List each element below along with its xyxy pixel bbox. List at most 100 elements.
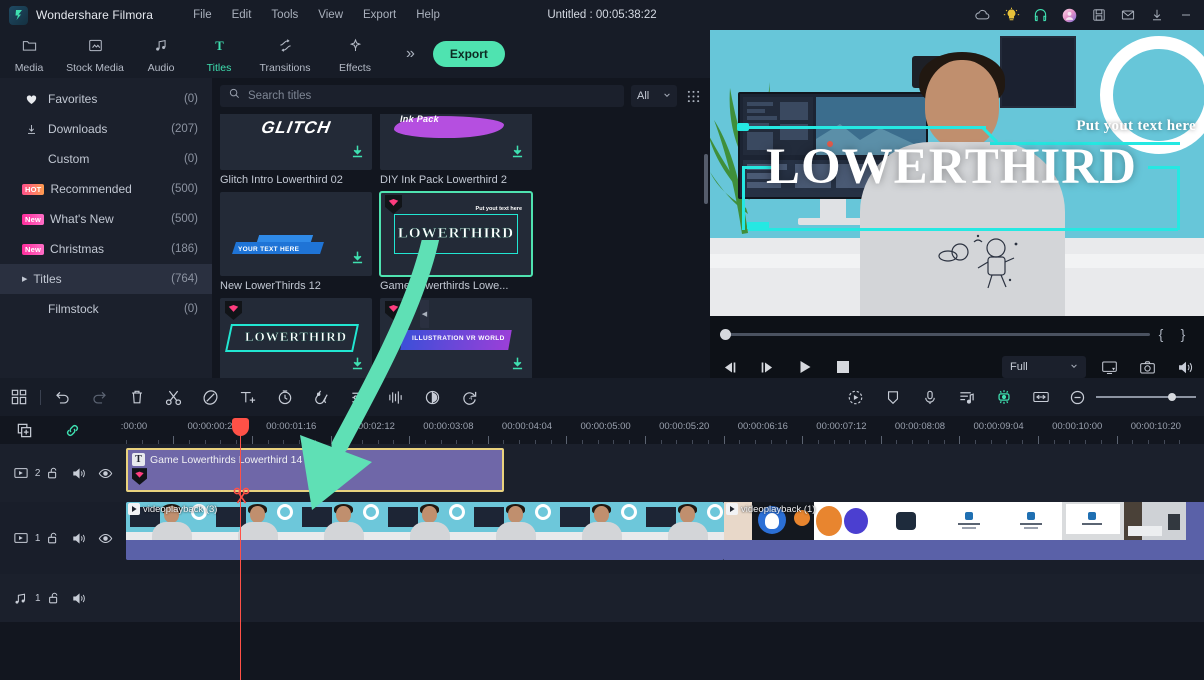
mark-out-button[interactable]: } [1172,326,1194,342]
timeline-ruler[interactable]: :00:00 00:00:00:20 00:00:01:16 00:00:02:12 0… [118,416,1204,444]
zoom-slider-track[interactable] [1096,393,1196,401]
download-icon[interactable] [350,249,365,271]
green-screen-icon[interactable] [985,378,1022,416]
minimize-icon[interactable] [1171,0,1200,30]
sidebar-item-custom[interactable]: Custom (0) [0,144,212,174]
auto-reframe-icon[interactable] [837,378,874,416]
download-icon[interactable] [510,143,525,165]
timeline-clip-video-2[interactable]: videoplayback (1) [724,502,1204,560]
menu-item-tools[interactable]: Tools [261,5,308,25]
filter-dropdown[interactable]: All [631,85,677,107]
crop-icon[interactable] [192,378,229,416]
menu-item-help[interactable]: Help [406,5,450,25]
menu-item-view[interactable]: View [308,5,353,25]
download-icon[interactable] [1142,0,1171,30]
undo-icon[interactable] [44,378,81,416]
timeline-clip-video-1[interactable]: videoplayback (3) [126,502,724,560]
cloud-icon[interactable] [968,0,997,30]
sidebar-item-whats-new[interactable]: New What's New (500) [0,204,212,234]
tab-titles[interactable]: T Titles [190,34,248,74]
marker-icon[interactable] [414,378,451,416]
audio-on-icon[interactable] [66,532,92,545]
timeline-clip-title[interactable]: T Game Lowerthirds Lowerthird 14 [126,448,504,492]
timeline-playhead[interactable] [232,418,249,680]
preview-seek-slider[interactable] [720,328,1150,340]
zoom-slider-handle[interactable] [1168,393,1176,401]
template-card-grid[interactable]: GLITCH Glitch Intro Lowerthird 02 Ink Pa… [212,114,710,378]
audio-on-icon[interactable] [66,467,92,480]
color-icon[interactable] [303,378,340,416]
download-icon[interactable] [350,143,365,165]
beat-detection-icon[interactable] [948,378,985,416]
download-icon[interactable] [350,355,365,377]
link-icon[interactable] [48,416,96,444]
search-box[interactable] [220,85,624,107]
save-icon[interactable] [1084,0,1113,30]
preview-quality-dropdown[interactable]: Full [1002,356,1086,378]
tab-effects[interactable]: Effects [322,34,388,74]
track-lane[interactable] [118,574,1204,622]
add-text-icon[interactable] [229,378,266,416]
lightbulb-icon[interactable] [997,0,1026,30]
project-layout-icon[interactable] [0,378,37,416]
export-button[interactable]: Export [432,41,505,67]
track-lane[interactable]: T Game Lowerthirds Lowerthird 14 [118,444,1204,502]
sidebar-item-christmas[interactable]: New Christmas (186) [0,234,212,264]
template-card-vr-world[interactable]: ILLUSTRATION VR WORLD [380,298,532,378]
duplicate-icon[interactable] [0,416,48,444]
render-preview-icon[interactable]: 4 [451,378,488,416]
account-avatar-icon[interactable] [1055,0,1084,30]
split-scissors-icon[interactable] [232,486,251,505]
template-card-new-lowerthirds-12[interactable]: YOUR TEXT HERE New LowerThirds 12 [220,192,372,292]
delete-icon[interactable] [118,378,155,416]
grid-view-icon[interactable] [684,85,702,107]
sidebar-item-filmstock[interactable]: Filmstock (0) [0,294,212,324]
audio-waveform-icon[interactable] [377,378,414,416]
collapse-panel-arrow-icon[interactable]: ◀ [420,300,429,328]
app-brand-name: Wondershare Filmora [36,8,154,22]
timeline-zoom-slider[interactable] [1096,378,1204,416]
menu-item-file[interactable]: File [183,5,222,25]
sidebar-item-titles[interactable]: ▶ Titles (764) [0,264,212,294]
playhead-handle[interactable] [232,418,249,436]
record-voiceover-icon[interactable] [911,378,948,416]
template-card-diy-ink-pack[interactable]: Ink Pack DIY Ink Pack Lowerthird 2 [380,114,532,186]
preview-video[interactable]: Put yout text here LOWERTHIRD [710,30,1204,316]
fit-timeline-icon[interactable] [1022,378,1059,416]
template-card-lowerthird-alt[interactable]: LOWERTHIRD [220,298,372,378]
sidebar-item-recommended[interactable]: HOT Recommended (500) [0,174,212,204]
template-name: Glitch Intro Lowerthird 02 [220,174,343,186]
more-tabs-button[interactable]: » [406,45,415,63]
search-input[interactable] [248,90,616,102]
unlock-icon[interactable] [41,591,67,605]
eye-visible-icon[interactable] [92,467,118,480]
sidebar-item-downloads[interactable]: Downloads (207) [0,114,212,144]
preview-seek-handle[interactable] [720,328,731,340]
speed-icon[interactable] [266,378,303,416]
audio-mixer-icon[interactable] [340,378,377,416]
tab-audio[interactable]: Audio [132,34,190,74]
tab-stock-media[interactable]: Stock Media [58,34,132,74]
menu-item-edit[interactable]: Edit [222,5,262,25]
shield-icon[interactable] [874,378,911,416]
split-scissors-icon[interactable] [155,378,192,416]
tab-media[interactable]: Media [0,34,58,74]
browser-scrollbar[interactable] [704,154,708,204]
template-card-glitch-intro[interactable]: GLITCH Glitch Intro Lowerthird 02 [220,114,372,186]
headset-icon[interactable] [1026,0,1055,30]
mail-icon[interactable] [1113,0,1142,30]
menu-item-export[interactable]: Export [353,5,406,25]
eye-visible-icon[interactable] [92,532,118,545]
unlock-icon[interactable] [40,531,66,545]
tab-transitions[interactable]: Transitions [248,34,322,74]
audio-on-icon[interactable] [67,592,93,605]
mark-in-button[interactable]: { [1150,326,1172,342]
unlock-icon[interactable] [40,466,66,480]
folder-icon [21,37,38,59]
sidebar-item-favorites[interactable]: Favorites (0) [0,84,212,114]
redo-icon[interactable] [81,378,118,416]
template-card-game-lowerthirds[interactable]: Put yout text here LOWERTHIRD Game Lower… [379,191,533,292]
download-icon[interactable] [510,355,525,377]
zoom-out-icon[interactable] [1059,378,1096,416]
track-lane[interactable]: videoplayback (3) videoplayback (1) [118,502,1204,574]
